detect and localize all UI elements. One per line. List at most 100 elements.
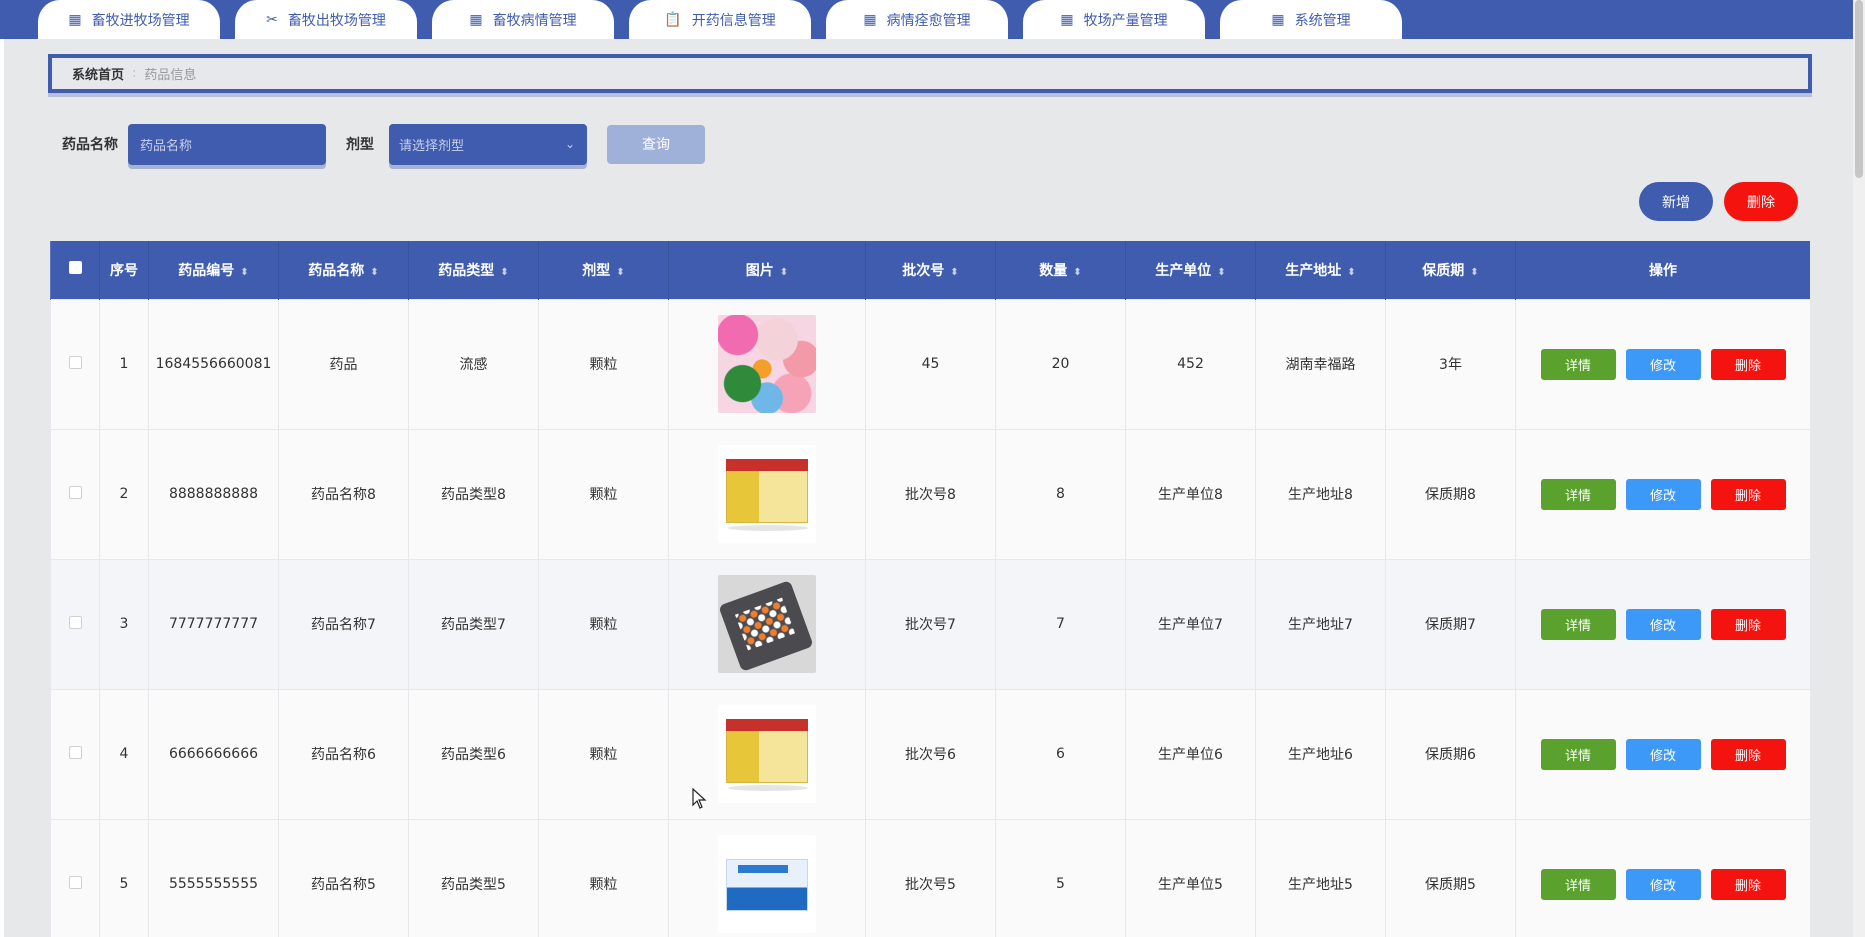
cell-form: 颗粒: [538, 688, 669, 820]
tab-livestock-in[interactable]: ▦ 畜牧进牧场管理: [38, 0, 220, 39]
detail-button[interactable]: 详情: [1540, 478, 1616, 510]
sort-icon[interactable]: ⬍: [370, 267, 378, 278]
cell-maker: 452: [1125, 298, 1256, 430]
breadcrumb-current: 药品信息: [144, 68, 197, 83]
detail-button[interactable]: 详情: [1540, 738, 1616, 770]
cell-index: 2: [99, 428, 149, 560]
tab-system[interactable]: ▦ 系统管理: [1220, 0, 1402, 39]
tab-disease[interactable]: ▦ 畜牧病情管理: [432, 0, 614, 39]
cell-type: 药品类型6: [408, 688, 539, 820]
cell-batch: 批次号8: [865, 428, 996, 560]
tab-output[interactable]: ▦ 牧场产量管理: [1023, 0, 1205, 39]
sort-icon[interactable]: ⬍: [1073, 267, 1081, 278]
vertical-scrollbar[interactable]: [1853, 0, 1865, 937]
delete-button[interactable]: 删除: [1710, 348, 1786, 380]
sort-icon[interactable]: ⬍: [616, 267, 624, 278]
cell-qty: 8: [995, 428, 1126, 560]
name-search-input[interactable]: 药品名称: [128, 123, 326, 165]
header-qty[interactable]: 数量 ⬍: [995, 241, 1126, 299]
pill-case-image[interactable]: [718, 575, 816, 673]
sort-icon[interactable]: ⬍: [1470, 267, 1478, 278]
cell-form: 颗粒: [538, 298, 669, 430]
cell-code: 5555555555: [148, 818, 279, 937]
cell-batch: 批次号6: [865, 688, 996, 820]
sort-icon[interactable]: ⬍: [780, 267, 788, 278]
edit-button[interactable]: 修改: [1625, 868, 1701, 900]
header-type[interactable]: 药品类型 ⬍: [408, 241, 539, 299]
cell-shelf: 保质期7: [1385, 558, 1516, 690]
medicine-box-image[interactable]: [718, 445, 816, 543]
header-index: 序号: [99, 241, 149, 299]
cell-address: 生产地址6: [1255, 688, 1386, 820]
chevron-down-icon: ⌄: [564, 137, 575, 151]
row-checkbox[interactable]: [68, 615, 82, 629]
sort-icon[interactable]: ⬍: [240, 267, 248, 278]
header-name[interactable]: 药品名称 ⬍: [278, 241, 409, 299]
cell-maker: 生产单位8: [1125, 428, 1256, 560]
header-shelf[interactable]: 保质期 ⬍: [1385, 241, 1516, 299]
search-bar: 药品名称 药品名称 剂型 请选择剂型 ⌄ 查询: [62, 122, 705, 166]
select-all-cell: [50, 241, 100, 299]
grid-icon: ▦: [68, 11, 82, 28]
sort-icon[interactable]: ⬍: [1347, 267, 1355, 278]
add-button[interactable]: 新增: [1639, 182, 1713, 221]
cell-code: 8888888888: [148, 428, 279, 560]
header-batch[interactable]: 批次号 ⬍: [865, 241, 996, 299]
header-form[interactable]: 剂型 ⬍: [538, 241, 669, 299]
edit-button[interactable]: 修改: [1625, 348, 1701, 380]
row-checkbox[interactable]: [68, 355, 82, 369]
cell-batch: 批次号5: [865, 818, 996, 937]
edit-button[interactable]: 修改: [1625, 478, 1701, 510]
detail-button[interactable]: 详情: [1540, 868, 1616, 900]
form-select[interactable]: 请选择剂型 ⌄: [389, 123, 587, 165]
cell-address: 湖南幸福路: [1255, 298, 1386, 430]
cell-qty: 6: [995, 688, 1126, 820]
delete-button[interactable]: 删除: [1710, 608, 1786, 640]
table-row: 2 8888888888 药品名称8 药品类型8 颗粒 批次号8 8 生产单位8…: [50, 428, 1810, 560]
cell-name: 药品: [278, 298, 409, 430]
batch-delete-button[interactable]: 删除: [1724, 182, 1798, 221]
cell-qty: 7: [995, 558, 1126, 690]
medicine-box-image[interactable]: [718, 705, 816, 803]
sort-icon[interactable]: ⬍: [950, 267, 958, 278]
row-checkbox[interactable]: [68, 745, 82, 759]
grid-icon: ▦: [1271, 11, 1285, 28]
sort-icon[interactable]: ⬍: [1217, 267, 1225, 278]
header-code[interactable]: 药品编号 ⬍: [148, 241, 279, 299]
breadcrumb-home[interactable]: 系统首页: [72, 64, 124, 83]
detail-button[interactable]: 详情: [1540, 348, 1616, 380]
cell-code: 6666666666: [148, 688, 279, 820]
clipboard-icon: 📋: [664, 11, 682, 28]
row-checkbox[interactable]: [68, 875, 82, 889]
grid-icon: ▦: [1060, 11, 1074, 28]
left-edge: [0, 0, 4, 937]
edit-button[interactable]: 修改: [1625, 738, 1701, 770]
delete-button[interactable]: 删除: [1710, 738, 1786, 770]
top-nav: ▦ 畜牧进牧场管理 ✂ 畜牧出牧场管理 ▦ 畜牧病情管理 📋 开药信息管理 ▦ …: [0, 0, 1865, 39]
tab-recovery[interactable]: ▦ 病情痊愈管理: [826, 0, 1008, 39]
sort-icon[interactable]: ⬍: [500, 267, 508, 278]
detail-button[interactable]: 详情: [1540, 608, 1616, 640]
header-maker[interactable]: 生产单位 ⬍: [1125, 241, 1256, 299]
header-image[interactable]: 图片 ⬍: [668, 241, 866, 299]
cell-code: 7777777777: [148, 558, 279, 690]
cell-index: 1: [99, 298, 149, 430]
select-all-checkbox[interactable]: [68, 261, 82, 275]
medicine-pack-image[interactable]: [718, 835, 816, 933]
cell-actions: 详情 修改 删除: [1515, 688, 1810, 820]
scrollbar-thumb[interactable]: [1855, 0, 1863, 178]
tab-prescription[interactable]: 📋 开药信息管理: [629, 0, 811, 39]
header-address[interactable]: 生产地址 ⬍: [1255, 241, 1386, 299]
cell-name: 药品名称5: [278, 818, 409, 937]
delete-button[interactable]: 删除: [1710, 868, 1786, 900]
tab-livestock-out[interactable]: ✂ 畜牧出牧场管理: [235, 0, 417, 39]
breadcrumb: 系统首页 : 药品信息: [48, 54, 1812, 93]
delete-button[interactable]: 删除: [1710, 478, 1786, 510]
table-header-row: 序号 药品编号 ⬍ 药品名称 ⬍ 药品类型 ⬍ 剂型 ⬍ 图片 ⬍ 批次号 ⬍ 数量 ⬍ 生产…: [50, 241, 1810, 299]
edit-button[interactable]: 修改: [1625, 608, 1701, 640]
row-checkbox[interactable]: [68, 485, 82, 499]
cell-name: 药品名称7: [278, 558, 409, 690]
cell-shelf: 保质期6: [1385, 688, 1516, 820]
query-button[interactable]: 查询: [607, 124, 705, 164]
pills-image[interactable]: [718, 315, 816, 413]
